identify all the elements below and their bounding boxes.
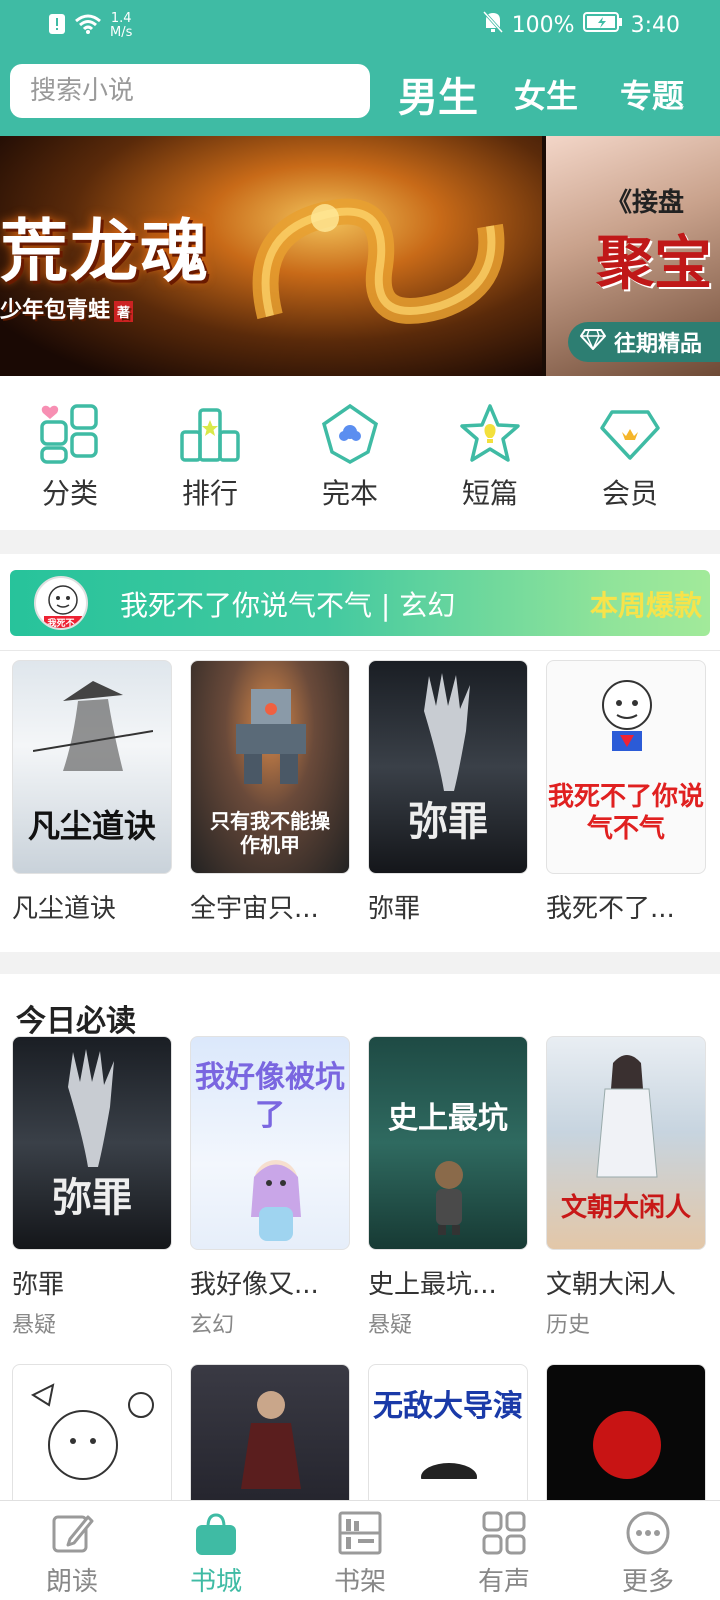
gender-tabs: 男生 女生 专题 (398, 64, 684, 124)
header: 1.4 M/s 100% 3:40 搜索小说 男生 女生 专题 (0, 0, 720, 136)
book-card[interactable]: 弥罪 弥罪 悬疑 (0, 1036, 178, 1339)
book-cover: 弥罪 (368, 660, 528, 874)
store-icon (196, 1513, 236, 1555)
diamond-icon (579, 328, 607, 356)
book-cover: 我好像被坑了 (190, 1036, 350, 1250)
nav-store[interactable]: 书城 (144, 1501, 288, 1600)
category-icon (40, 404, 98, 464)
tab-female[interactable]: 女生 (514, 71, 620, 117)
book-cover: 凡尘道诀 (12, 660, 172, 874)
book-title: 凡尘道诀 (12, 894, 117, 924)
book-cover: 只有我不能操作机甲 (190, 660, 350, 874)
book-title: 我好像又... (190, 1270, 319, 1300)
book-genre: 玄幻 (190, 1313, 235, 1338)
banner-2-title: 聚宝 (596, 229, 713, 297)
search-input[interactable]: 搜索小说 (10, 64, 370, 118)
book-card[interactable]: 史上最坑 史上最坑... 悬疑 (356, 1036, 534, 1339)
book-cover: 我死不了你说气不气 (546, 660, 706, 874)
tab-topic[interactable]: 专题 (620, 71, 684, 117)
category-row: 分类 排行 完本 短篇 会员 (0, 376, 720, 530)
book-card[interactable]: 文朝大闲人 文朝大闲人 历史 (534, 1036, 712, 1339)
mute-icon (482, 10, 504, 40)
today-book-row: 弥罪 弥罪 悬疑 我好像被坑了 我好像又... 玄幻 史上最坑 史上最坑... … (0, 1036, 712, 1339)
battery-icon (582, 11, 623, 39)
category-vip[interactable]: 会员 (560, 376, 700, 530)
book-card[interactable]: 凡尘道诀 凡尘道诀 (0, 660, 178, 925)
grid-icon (482, 1511, 526, 1555)
weekly-promo-banner[interactable]: 我死不 我死不了你说气不气 | 玄幻 本周爆款 (10, 570, 710, 636)
bottom-nav: 朗读 书城 书架 有声 更多 (0, 1500, 720, 1600)
weekly-hot-section: 我死不 我死不了你说气不气 | 玄幻 本周爆款 凡尘道诀 凡尘道诀 只有我不能操… (0, 554, 720, 952)
book-card[interactable]: 只有我不能操作机甲 全宇宙只... (178, 660, 356, 925)
short-story-icon (460, 404, 520, 462)
divider (0, 650, 720, 651)
banner-1-title: 荒龙魂 (0, 212, 211, 292)
book-card[interactable]: 我死不了你说气不气 我死不了... (534, 660, 712, 925)
book-title: 文朝大闲人 (546, 1270, 677, 1300)
book-genre: 历史 (546, 1313, 591, 1338)
more-icon (626, 1511, 670, 1555)
book-cover: 史上最坑 (368, 1036, 528, 1250)
battery-percent: 100% (511, 12, 575, 38)
edit-icon (52, 1515, 94, 1553)
category-short[interactable]: 短篇 (420, 376, 560, 530)
book-card[interactable]: 我好像被坑了 我好像又... 玄幻 (178, 1036, 356, 1339)
banner-slide-1[interactable]: 荒龙魂 少年包青蛙著 (0, 136, 542, 376)
category-completed[interactable]: 完本 (280, 376, 420, 530)
category-classify[interactable]: 分类 (0, 376, 140, 530)
nav-audio[interactable]: 有声 (432, 1501, 576, 1600)
promo-tag: 本周爆款 (589, 589, 702, 622)
promo-text: 我死不了你说气不气 | 玄幻 (120, 589, 456, 622)
completed-icon (321, 403, 379, 465)
past-picks-badge[interactable]: 往期精品 (568, 322, 720, 362)
book-cover: 文朝大闲人 (546, 1036, 706, 1250)
network-speed: 1.4 M/s (110, 11, 133, 40)
status-bar: 1.4 M/s 100% 3:40 (0, 0, 720, 50)
nav-more[interactable]: 更多 (576, 1501, 720, 1600)
banner-1-author: 少年包青蛙著 (0, 292, 134, 324)
section-title: 今日必读 (16, 1004, 136, 1039)
notification-icon (48, 13, 66, 39)
wifi-icon (74, 13, 102, 39)
dragon-illustration (252, 198, 505, 324)
book-title: 史上最坑... (368, 1270, 497, 1300)
book-title: 弥罪 (368, 894, 421, 924)
ranking-icon (180, 408, 240, 462)
book-card[interactable]: 弥罪 弥罪 (356, 660, 534, 925)
book-genre: 悬疑 (368, 1313, 413, 1338)
category-ranking[interactable]: 排行 (140, 376, 280, 530)
clock: 3:40 (630, 12, 680, 38)
promo-avatar: 我死不 (34, 576, 88, 630)
book-title: 我死不了... (546, 894, 675, 924)
nav-read-aloud[interactable]: 朗读 (0, 1501, 144, 1600)
book-genre: 悬疑 (12, 1313, 57, 1338)
book-title: 弥罪 (12, 1270, 65, 1300)
vip-icon (600, 410, 660, 460)
weekly-book-row: 凡尘道诀 凡尘道诀 只有我不能操作机甲 全宇宙只... 弥罪 弥罪 我死不了你说… (0, 660, 712, 925)
bookshelf-icon (338, 1511, 382, 1555)
banner-2-subtitle: 《接盘 (606, 188, 685, 218)
book-cover: 弥罪 (12, 1036, 172, 1250)
nav-bookshelf[interactable]: 书架 (288, 1501, 432, 1600)
tab-male[interactable]: 男生 (398, 65, 514, 123)
book-title: 全宇宙只... (190, 894, 319, 924)
